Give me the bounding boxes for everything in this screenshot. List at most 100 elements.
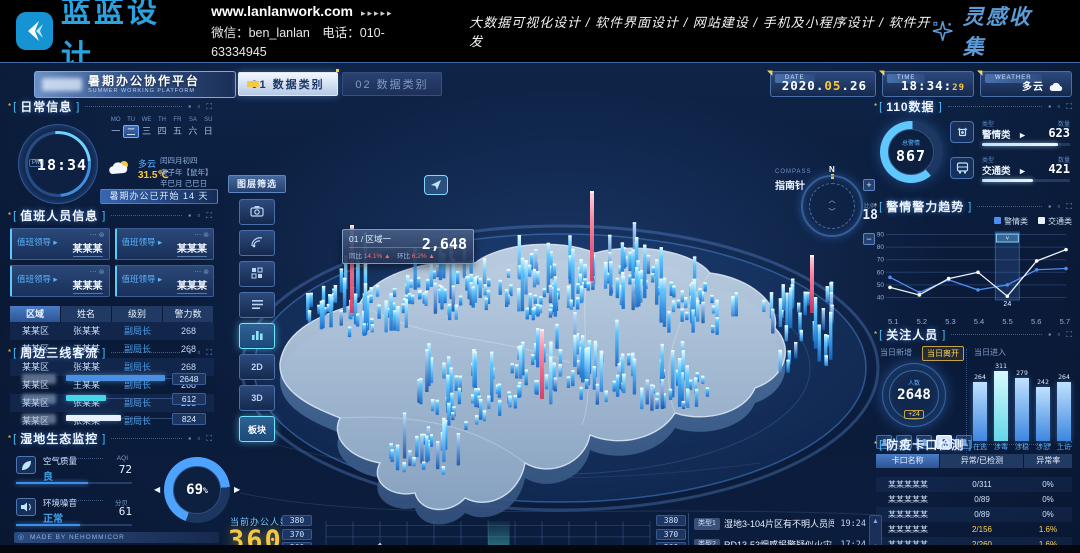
eco-metric-unit: AQI [117,455,128,462]
bar-value: 264 [969,373,991,381]
duty-leader-card[interactable]: 值班领导 ▸⋯ ⊗某某某 [115,265,215,297]
bar-value: 264 [1053,373,1075,381]
compass-ring[interactable]: ︿﹀ [801,175,863,237]
duty-leader-card[interactable]: 值班领导 ▸⋯ ⊗某某某 [115,228,215,260]
y-axis-chip: 380 [282,515,312,526]
duty-col-header[interactable]: 区域 [10,306,60,322]
alert-scrollbar[interactable]: ▲●▼ [869,515,882,545]
zoom-out-button[interactable]: − [863,233,875,245]
weekday-cn[interactable]: 五 [170,125,185,138]
duty-col-header[interactable]: 姓名 [61,306,111,322]
brand-banner: 蓝蓝设计 www.lanlanwork.com▸▸▸▸▸ 微信：ben_lanl… [0,0,1080,62]
alert-text: 湿地3-104片区有不明人员闯入 [724,517,834,530]
brand-logo-icon [16,12,53,50]
weekday-cn[interactable]: 三 [139,125,154,138]
eco-metric: 空气质量良AQI72 [16,455,146,483]
checkpoint-rate: 1.6% [1024,537,1072,545]
speaker-icon [16,498,36,516]
duty-leader-card[interactable]: 值班领导 ▸⋯ ⊗某某某 [10,228,110,260]
layer-filter-toolbar: 图层筛选 2D 3D 板块 [228,175,286,447]
tab-data-category-2[interactable]: 02 数据类别 [342,72,442,96]
panel-duty-info: *[值班人员信息]▪ ▫ ⛶ 值班领导 ▸⋯ ⊗某某某值班领导 ▸⋯ ⊗某某某值… [8,208,214,340]
panel-corner-icons[interactable]: ▪ ▫ ⛶ [188,102,214,112]
weekday-cn[interactable]: 二 [123,125,138,138]
lunar-calendar: 闰四月初四庚子年【鼠年】辛巳月 己巳日 [160,155,220,190]
dotted-line [43,500,103,501]
layer-button-bar-chart[interactable] [239,323,275,349]
leaf-icon [16,456,36,474]
duty-table-row: 某某区张某某副局长268 [10,322,214,340]
item-fill [982,179,1033,182]
focus-bar: 311涉毒 [994,371,1008,441]
panel-focus-personnel: *[关注人员]▪ ▫ ⛶ 当日新增当日离开当日进入 人数 2648 +24 26… [874,327,1074,435]
checkpoint-col-header[interactable]: 异常率 [1024,454,1072,468]
focus-count: 2648 [883,387,945,403]
website-link[interactable]: www.lanlanwork.com [211,3,353,19]
zoom-in-button[interactable]: + [863,179,875,191]
duty-name: 某某某 [73,277,103,294]
eco-metric-value: 61 [119,505,132,518]
duty-col-header[interactable]: 级别 [112,306,162,322]
bar-fill [973,382,987,441]
panel-eco-monitor: *[湿地生态监控]▪ ▫ ⛶ 空气质量良AQI72环境噪音正常分贝61 69% … [8,431,214,545]
collect-label: 灵感收集 [963,1,1052,61]
layer-button-list[interactable] [239,292,275,318]
y-axis-chip: 370 [282,529,312,540]
layer-filter-title: 图层筛选 [228,175,286,193]
alert-row[interactable]: 类型2RD13-53烟感报警疑似火灾17:24 [694,534,866,545]
checkpoint-name: 某某某某某 [876,507,940,522]
item-value: 623 [1048,126,1070,140]
clock-widget: PM 18:34 [18,124,98,204]
x-tick-label: 5.2 [917,317,927,326]
tab-indicator-dot [336,69,339,72]
checkpoint-col-header[interactable]: 异常/已检测 [940,454,1023,468]
eco-metric: 环境噪音正常分贝61 [16,497,146,525]
checkpoint-detect: 0/89 [940,492,1024,507]
checkpoint-col-header[interactable]: 卡口名称 [876,454,939,468]
flow-bar [66,415,121,421]
tab-data-category-1[interactable]: 01 数据类别 [238,72,338,96]
panel-daily-info: *[日常信息]▪ ▫ ⛶ PM 18:34 MOTUWETHFRSASU一二三四… [8,99,214,209]
weekday-en: FR [170,117,185,123]
eco-fill [16,524,80,526]
gauge-right-arrow[interactable]: ▶ [234,485,240,494]
x-tick-label: 5.3 [945,317,955,326]
bar-value: 279 [1011,369,1033,377]
duty-leader-card[interactable]: 值班领导 ▸⋯ ⊗某某某 [10,265,110,297]
weekday-cn[interactable]: 一 [108,125,123,138]
gauge-left-arrow[interactable]: ◀ [154,485,160,494]
plane-marker[interactable] [424,175,448,195]
checkpoint-name: 某某某某某 [876,477,940,492]
weekday-strip: MOTUWETHFRSASU一二三四五六日 [108,117,216,138]
bar-fill [1036,387,1050,441]
weekday-en: WE [139,117,154,123]
layer-button-grid[interactable] [239,261,275,287]
weekday-cn[interactable]: 四 [154,125,169,138]
layer-button-2D[interactable]: 2D [239,354,275,380]
radar-icon [250,236,264,250]
svg-text:70: 70 [877,257,885,264]
duty-role: 值班领导 ▸ [17,237,58,247]
alert-row[interactable]: 类型1湿地3-104片区有不明人员闯入19:24 [694,513,866,534]
inspiration-collect[interactable]: 灵感收集 [931,1,1052,61]
eco-gauge: 69% [164,457,230,523]
layer-button-板块[interactable]: 板块 [239,416,275,442]
focus-tab[interactable]: 当日新增 [876,346,916,361]
layer-button-radar[interactable] [239,230,275,256]
services-list: 大数据可视化设计 / 软件界面设计 / 网站建设 / 手机及小程序设计 / 软件… [469,12,931,50]
flow-bar [66,395,106,401]
panel-title: 日常信息 [20,98,72,115]
checkpoint-row: 某某某某某0/890% [876,507,1072,522]
weekday-en: TH [154,117,169,123]
weekday-cn[interactable]: 日 [201,125,216,138]
duty-col-header[interactable]: 警力数 [163,306,213,322]
compass-north: N [829,165,835,174]
focus-tab[interactable]: 当日离开 [922,346,964,361]
weekday-cn[interactable]: 六 [185,125,200,138]
lunar-line: 庚子年【鼠年】 [160,167,220,179]
gauge-110: 总警情867 [880,121,942,183]
focus-bar: 279涉稳 [1015,378,1029,441]
duty-name: 某某某 [177,277,207,294]
layer-button-3D[interactable]: 3D [239,385,275,411]
layer-button-camera[interactable] [239,199,275,225]
